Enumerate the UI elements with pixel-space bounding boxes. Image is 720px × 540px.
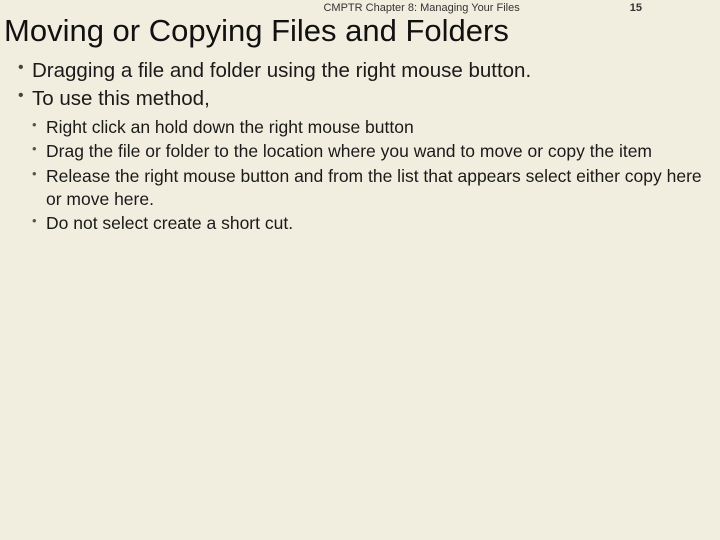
sub-bullet-list: Right click an hold down the right mouse…: [4, 116, 702, 234]
page-number: 15: [630, 2, 642, 14]
list-item: To use this method,: [18, 86, 696, 113]
list-item: Right click an hold down the right mouse…: [32, 116, 702, 139]
slide-title: Moving or Copying Files and Folders: [4, 14, 702, 48]
slide-header: CMPTR Chapter 8: Managing Your Files 15: [4, 0, 702, 14]
main-bullet-list: Dragging a file and folder using the rig…: [4, 58, 702, 112]
list-item: Do not select create a short cut.: [32, 212, 702, 235]
list-item: Dragging a file and folder using the rig…: [18, 58, 696, 85]
slide: CMPTR Chapter 8: Managing Your Files 15 …: [0, 0, 720, 540]
list-item: Release the right mouse button and from …: [32, 165, 702, 211]
list-item: Drag the file or folder to the location …: [32, 140, 702, 163]
